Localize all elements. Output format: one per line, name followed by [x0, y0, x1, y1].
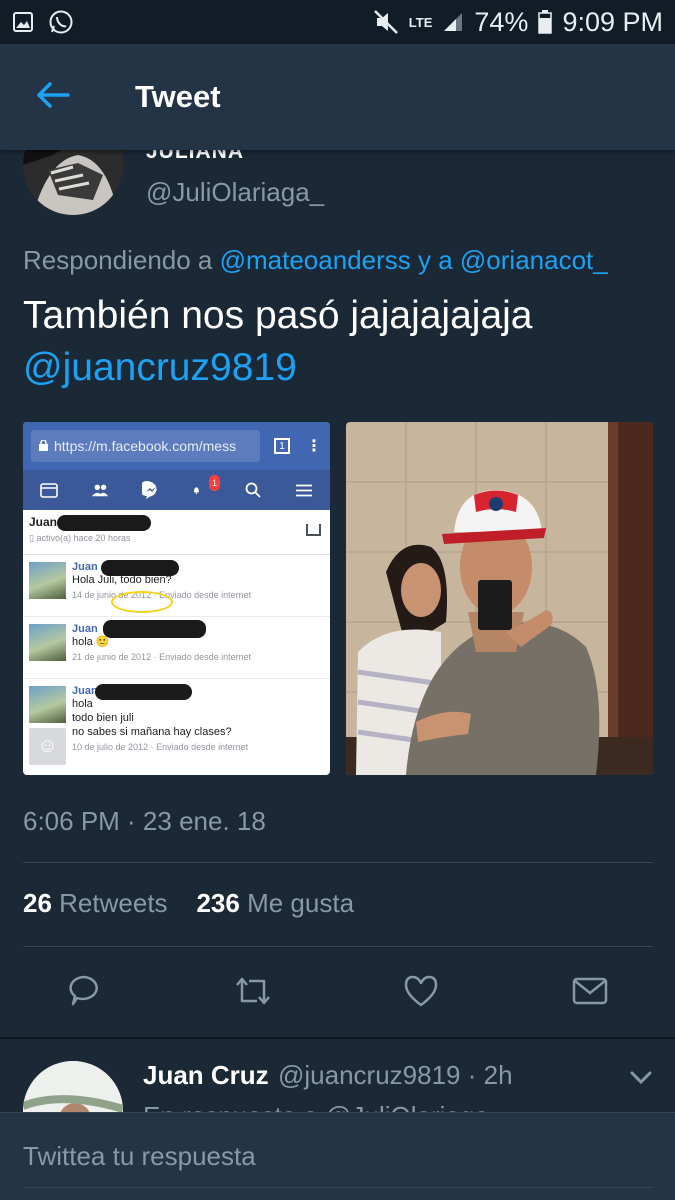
tweet-text: También nos pasó jajajajajaja @juancruz9… — [23, 290, 653, 394]
message-date: 21 de junio de 2012 · Enviado desde inte… — [72, 652, 252, 662]
message-item: ☺ Juan hola todo bien juli no sabes si m… — [23, 679, 330, 769]
hamburger-menu-icon — [295, 482, 313, 498]
news-feed-icon — [39, 482, 58, 498]
gallery-icon — [12, 11, 34, 33]
conversation-header: Juan ▯ activo(a) hace 20 horas — [23, 510, 330, 555]
smiley-icon: ☺ — [29, 728, 66, 765]
menu-dots-icon: ⋮ — [306, 438, 322, 455]
reply-author-handle[interactable]: @juancruz9819 · 2h — [278, 1060, 513, 1091]
lock-icon — [39, 438, 48, 454]
battery-icon — [538, 10, 553, 34]
media-image-screenshot[interactable]: https://m.facebook.com/mess 1 ⋮ 1 Juan ▯… — [23, 422, 330, 775]
reply-author-avatar[interactable] — [23, 1061, 123, 1112]
friends-icon — [91, 482, 109, 498]
retweets-count[interactable]: 26 — [23, 888, 52, 918]
likes-count[interactable]: 236 — [196, 888, 239, 918]
mention-link[interactable]: @orianacot_ — [460, 245, 608, 275]
back-arrow-icon — [36, 81, 70, 114]
direct-message-button[interactable] — [565, 968, 615, 1018]
url-box: https://m.facebook.com/mess — [31, 430, 260, 462]
mention-link[interactable]: @mateoanderss — [220, 245, 411, 275]
tweet-text-body: También nos pasó jajajajajaja — [23, 294, 533, 337]
reply-preview-text: En respuesta a @JuliOlariaga_ — [143, 1101, 503, 1112]
share-icon — [306, 524, 321, 536]
likes-label[interactable]: Me gusta — [247, 888, 354, 918]
active-status: ▯ activo(a) hace 20 horas — [29, 533, 131, 543]
like-icon — [403, 974, 439, 1013]
network-type: LTE — [408, 14, 433, 30]
reply-button[interactable] — [59, 968, 109, 1018]
reply-author-name[interactable]: Juan Cruz — [143, 1060, 269, 1091]
redaction-mark — [57, 515, 151, 531]
message-text: no sabes si mañana hay clases? — [72, 726, 232, 738]
divider — [23, 862, 653, 863]
retweet-button[interactable] — [228, 968, 278, 1018]
message-icon — [572, 976, 608, 1011]
signal-icon — [442, 11, 464, 33]
app-bar: Tweet — [0, 44, 675, 150]
author-name[interactable]: JULIANA — [146, 150, 244, 164]
status-bar: LTE 74% 9:09 PM — [0, 0, 675, 44]
tweet-detail: JULIANA @JuliOlariaga_ Respondiendo a @m… — [0, 150, 675, 1038]
message-item: Juan hola 🙂 21 de junio de 2012 · Enviad… — [23, 617, 330, 679]
tweet-mention-link[interactable]: @juancruz9819 — [23, 342, 653, 394]
reply-tweet[interactable]: Juan Cruz @juancruz9819 · 2h En respuest… — [0, 1039, 675, 1112]
whatsapp-icon — [48, 9, 74, 35]
active-status-text: activo(a) hace 20 horas — [36, 533, 131, 543]
messenger-icon — [141, 481, 160, 499]
message-date: 14 de junio de 2012 · Enviado desde inte… — [72, 590, 252, 600]
page-title: Tweet — [135, 79, 221, 114]
browser-url-bar: https://m.facebook.com/mess 1 ⋮ — [23, 422, 330, 470]
clock: 9:09 PM — [562, 6, 663, 37]
replying-joiner: y a — [410, 245, 460, 275]
retweet-icon — [233, 975, 273, 1012]
tweet-actions — [0, 968, 675, 1018]
sender-photo — [29, 686, 66, 723]
divider — [23, 946, 653, 947]
input-underline — [23, 1187, 653, 1188]
tab-count: 1 — [274, 438, 290, 454]
back-button[interactable] — [24, 68, 82, 126]
reply-icon — [66, 973, 102, 1014]
author-handle[interactable]: @JuliOlariaga_ — [146, 177, 324, 208]
redaction-mark — [103, 620, 206, 638]
redaction-mark — [95, 684, 192, 700]
notification-badge: 1 — [208, 475, 221, 491]
retweets-label[interactable]: Retweets — [59, 888, 167, 918]
fb-nav-bar: 1 — [23, 470, 330, 510]
mute-icon — [373, 9, 399, 35]
like-button[interactable] — [396, 968, 446, 1018]
message-item: Juan Hola Juli, todo bien? 14 de junio d… — [23, 555, 330, 617]
author-avatar[interactable] — [23, 150, 123, 215]
chevron-down-icon[interactable] — [628, 1067, 654, 1087]
tweet-timestamp: 6:06 PM · 23 ene. 18 — [23, 806, 266, 836]
compose-bar — [0, 1112, 675, 1200]
message-text: todo bien juli — [72, 712, 134, 724]
battery-percent: 74% — [474, 6, 529, 37]
reply-input[interactable] — [23, 1141, 653, 1172]
notifications-bell-icon: 1 — [193, 475, 221, 498]
media-image-photo[interactable] — [346, 422, 653, 775]
message-date: 10 de julio de 2012 · Enviado desde inte… — [72, 742, 249, 752]
highlight-circle — [111, 591, 173, 613]
replying-prefix: Respondiendo a — [23, 245, 220, 275]
redaction-mark — [101, 560, 179, 576]
tweet-stats: 26 Retweets 236 Me gusta — [23, 888, 354, 919]
sender-photo — [29, 562, 66, 599]
replying-to: Respondiendo a @mateoanderss y a @oriana… — [23, 245, 608, 276]
url-text: https://m.facebook.com/mess — [54, 438, 237, 454]
sender-photo — [29, 624, 66, 661]
search-icon — [244, 482, 262, 498]
